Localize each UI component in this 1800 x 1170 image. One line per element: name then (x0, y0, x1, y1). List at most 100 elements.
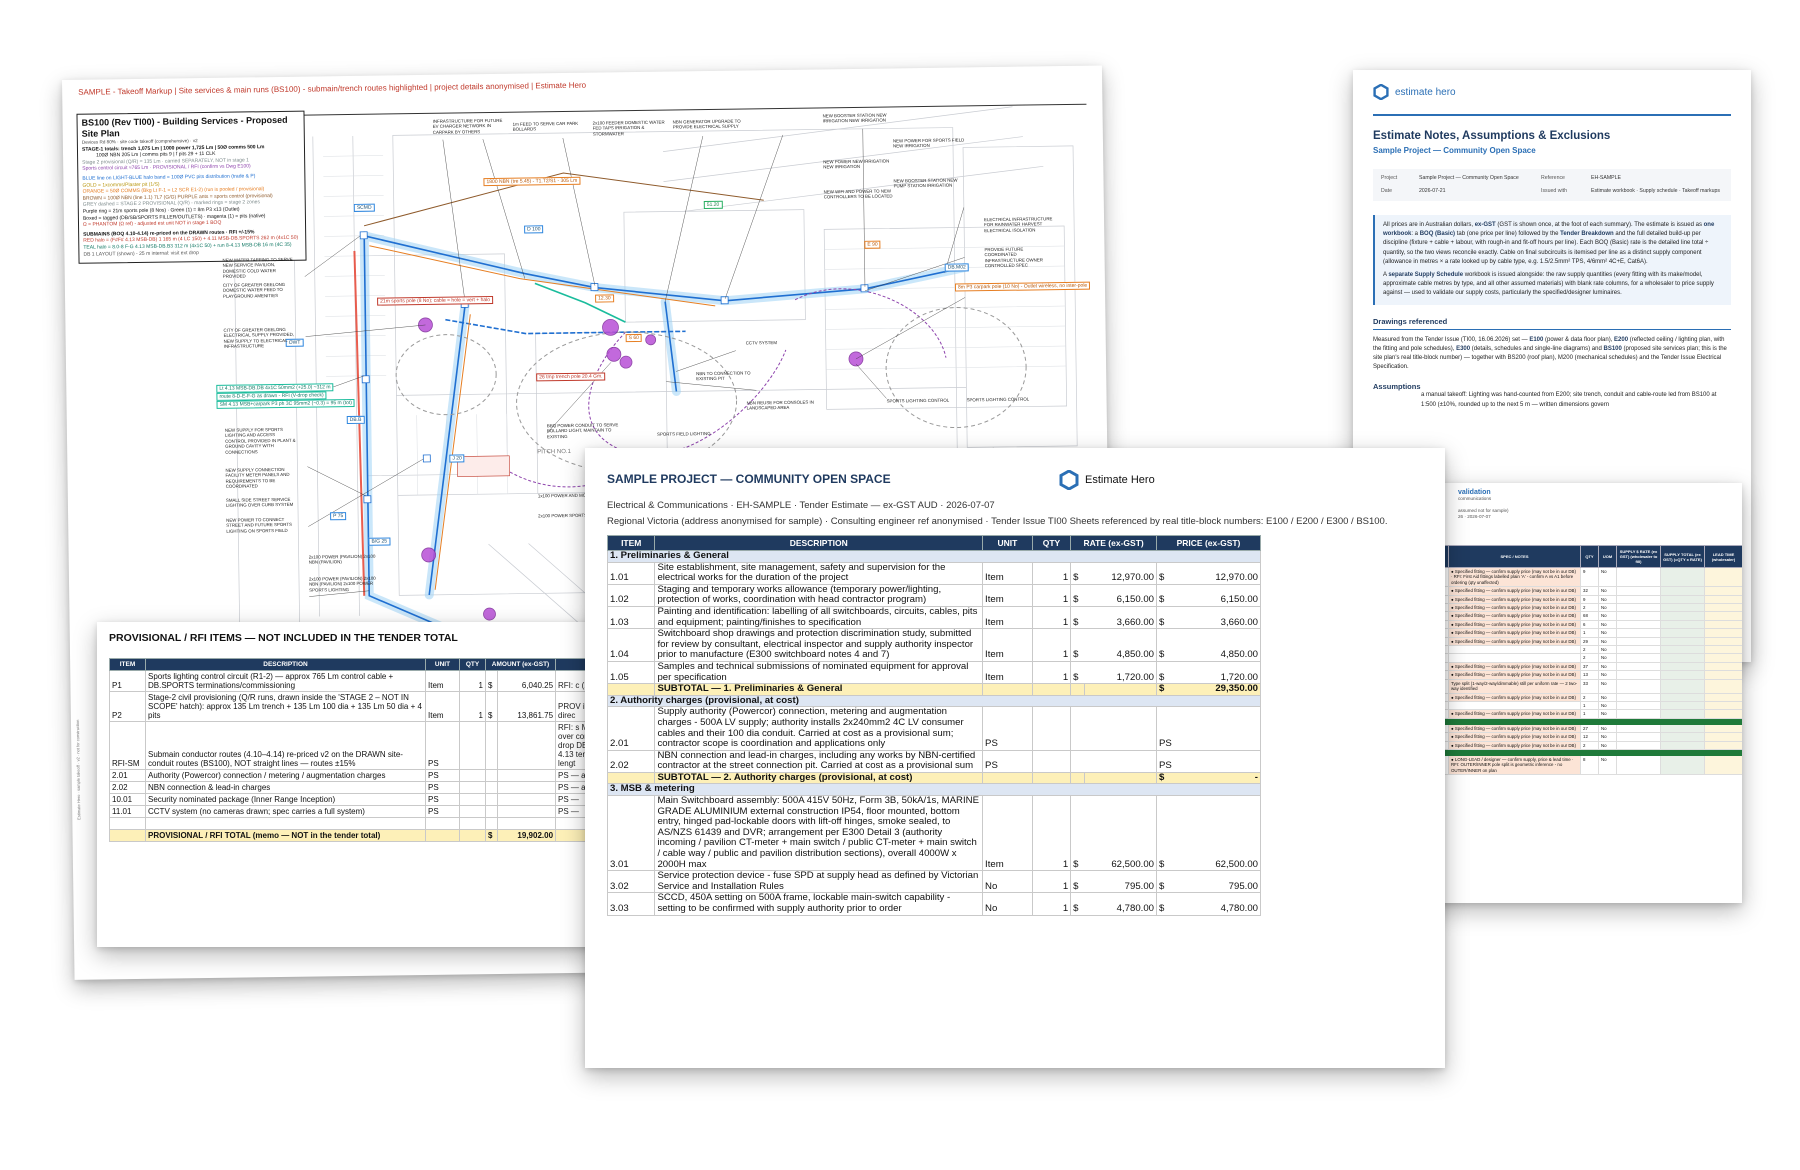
table-cell (496, 769, 557, 782)
plan-callout: 2x100 FEEDER DOMESTIC WATER FED TAPS IRR… (592, 119, 665, 137)
table-cell: Item (425, 691, 460, 722)
svg-text:PITCH NO.1: PITCH NO.1 (537, 449, 571, 455)
rate-currency: $ (1070, 660, 1085, 685)
price-currency: $ (1156, 628, 1175, 662)
table-row: 2.01 Authority (Powercor) connection / me… (109, 769, 607, 782)
notes-brand-name: estimate hero (1395, 86, 1456, 98)
item-rate: 795.00 (1084, 870, 1158, 894)
spec-note: ● Specified fitting — confirm supply pri… (1448, 661, 1581, 672)
total-cell (1660, 611, 1705, 621)
section-row: 2. Authority charges (provisional, at co… (607, 694, 1261, 708)
spec-note: ● Specified fitting — confirm supply pri… (1448, 619, 1581, 630)
item-unit: PS (982, 706, 1033, 751)
table-row: 1 No (1412, 700, 1742, 711)
subtotal-label: SUBTOTAL — 2. Authority charges (provisi… (654, 771, 984, 785)
table-cell: PS (425, 721, 460, 770)
lead-time-cell (1704, 670, 1742, 680)
lead-time-cell (1704, 603, 1742, 613)
table-cell: Authority (Powercor) connection / meteri… (145, 769, 426, 782)
spec-note: ● Specified fitting — confirm supply pri… (1448, 628, 1581, 638)
column-header: PRICE (ex-GST) (1156, 535, 1261, 551)
subtotal-currency: $ (1156, 683, 1175, 696)
meta-value: Sample Project — Community Open Space (1419, 175, 1519, 181)
drawings-paragraph: Measured from the Tender Issue (TI00, 16… (1373, 336, 1731, 373)
uom-cell: No (1598, 645, 1617, 655)
spec-note: Type split (1-way/2-way/dimmable) still … (1448, 678, 1581, 694)
estimate-body: 1. Preliminaries & General 1.01 Site estab… (606, 550, 1261, 916)
rate-cell (1616, 653, 1661, 663)
qty-cell: 68 (1580, 611, 1599, 621)
estimate-hero-logo-icon (1059, 470, 1079, 490)
item-number: 3.03 (606, 892, 656, 916)
item-rate: 1,720.00 (1084, 660, 1158, 685)
plan-callout: 2x100 POWER (PAVILION) 2x100 NBN (PAVILI… (308, 553, 376, 566)
item-rate: 4,780.00 (1084, 892, 1158, 916)
item-description: Main Switchboard assembly: 500A 415V 50H… (654, 795, 984, 872)
table-cell: $ (485, 670, 498, 692)
rate-currency: $ (1070, 870, 1085, 894)
lead-time-cell (1704, 619, 1742, 630)
qty-cell: 1 (1580, 700, 1599, 711)
supply-body: ● Specified fitting — confirm supply pri… (1412, 566, 1742, 776)
qty-cell: 2 (1580, 692, 1599, 702)
table-cell: NBN connection & lead-in charges (145, 781, 426, 794)
item-number: 1.05 (606, 660, 656, 685)
item-unit: Item (982, 605, 1033, 630)
qty-cell: 2 (1580, 645, 1599, 655)
rfi-note: PROV if direc (558, 702, 587, 720)
estimate-brand: Estimate Hero (1059, 470, 1155, 490)
table-cell (459, 721, 486, 770)
table-cell: $ (485, 691, 498, 722)
item-price: 3,660.00 (1174, 605, 1261, 630)
total-cell (1660, 628, 1705, 638)
total-cell (1660, 709, 1705, 719)
column-header: SUPPLY TOTAL (ex GST) (=QTY x RATE) (1660, 545, 1705, 568)
notes-meta-table: Project Sample Project — Community Open … (1373, 169, 1731, 201)
item-qty: 1 (1031, 870, 1072, 894)
table-row: 10.01 Security nominated package (Inner R… (109, 793, 607, 806)
uom-cell: No (1598, 611, 1617, 621)
total-cell (1660, 661, 1705, 672)
table-cell: Security nominated package (Inner Range … (145, 793, 426, 806)
total-cell (1660, 619, 1705, 630)
plan-callout: CITY OF GREATER GEELONG ELECTRICAL SUPPL… (223, 326, 295, 349)
plan-tag: 21m sports pole (8 No); cable = hole = v… (377, 296, 494, 306)
total-cell (1660, 645, 1705, 655)
estimate-meta-line: Regional Victoria (address anonymised fo… (607, 516, 1388, 527)
spacer-row (109, 817, 607, 830)
section-label: 2. Authority charges (provisional, at co… (607, 694, 1261, 708)
plan-callout: NEW BOOSTER STATION NEW PUMP STATION IRR… (893, 177, 958, 189)
plan-callout: BBQ POWER CONDUIT TO SERVE BOLLARD LIGHT… (546, 422, 619, 440)
meta-key: Date (1381, 188, 1392, 194)
lead-time-cell (1704, 692, 1742, 702)
item-price: 62,500.00 (1174, 795, 1261, 872)
table-row: 3.02 Service protection device - fuse SPD… (606, 870, 1261, 894)
uom-cell: No (1598, 723, 1617, 734)
plan-callout: NEW POWER FOR SPORTS FIELD NEW IRRIGATIO… (892, 137, 965, 149)
uom-cell: No (1598, 732, 1617, 742)
table-cell: 2.02 (109, 781, 146, 794)
uom-cell: No (1598, 740, 1617, 750)
rfi-note: PS — (558, 795, 579, 804)
item-rate: 62,500.00 (1084, 795, 1158, 872)
section-row: 3. MSB & metering (607, 783, 1261, 797)
uom-cell: No (1598, 594, 1617, 605)
column-header: DESCRIPTION (654, 535, 984, 551)
item-price (1174, 749, 1261, 773)
lead-time-cell (1704, 740, 1742, 750)
item-rate (1084, 749, 1158, 773)
meta-key: Issued with (1541, 188, 1567, 194)
column-header: QTY (1580, 545, 1599, 568)
item-rate: 4,850.00 (1084, 628, 1158, 662)
item-qty: 1 (1031, 795, 1072, 872)
item-rate: 12,970.00 (1084, 561, 1158, 585)
rate-currency: $ (1070, 628, 1085, 662)
item-description: Painting and identification: labelling o… (654, 605, 984, 630)
provisional-table: ITEM DESCRIPTION UNIT QTY AMOUNT (ex-GST… (109, 658, 607, 842)
empty-cell (982, 771, 1033, 785)
rate-cell (1616, 566, 1661, 588)
empty-cell (1031, 771, 1072, 785)
item-description: Staging and temporary works allowance (t… (654, 583, 984, 607)
item-unit: No (982, 870, 1033, 894)
lead-time-cell (1704, 566, 1742, 588)
